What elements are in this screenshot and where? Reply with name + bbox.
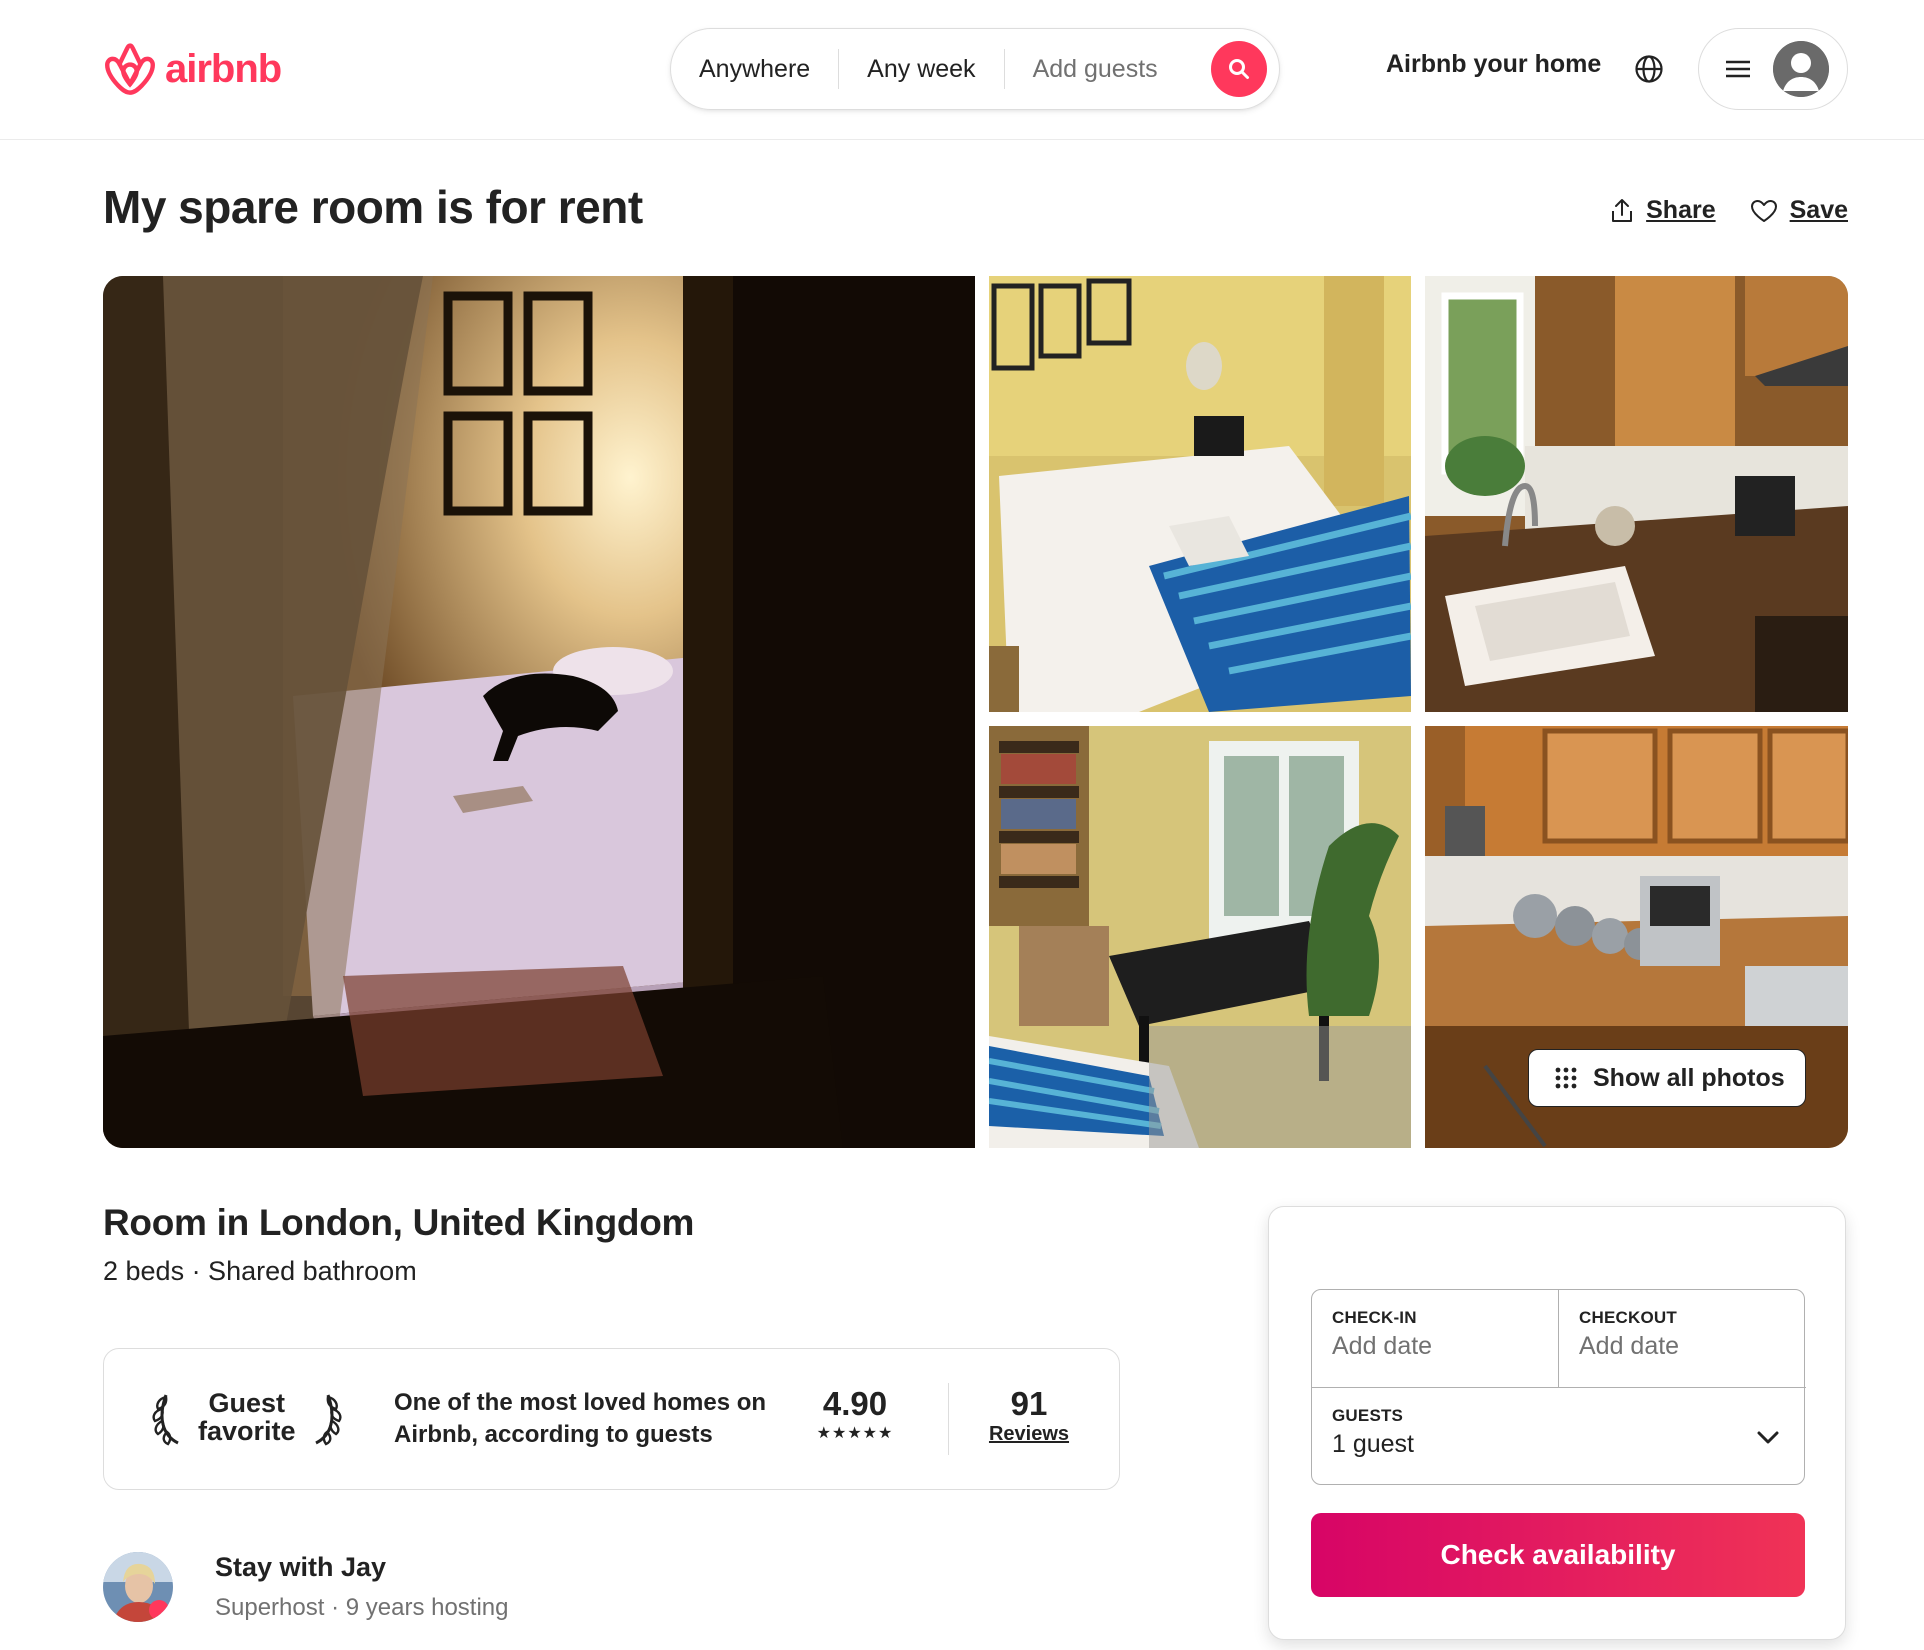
guests-value: 1 guest — [1332, 1430, 1415, 1458]
room-type-heading: Room in London, United Kingdom — [103, 1202, 695, 1243]
host-avatar[interactable] — [103, 1552, 173, 1622]
photo-bedroom-day[interactable] — [989, 276, 1411, 712]
globe-icon[interactable] — [1634, 54, 1664, 84]
save-button[interactable]: Save — [1750, 196, 1848, 225]
checkin-label: CHECK-IN — [1332, 1308, 1417, 1327]
badge-line-2: favorite — [198, 1416, 296, 1446]
top-header: airbnb Anywhere Any week Add guests Airb… — [0, 0, 1924, 140]
airbnb-wordmark: airbnb — [165, 46, 282, 91]
show-all-photos-button[interactable]: Show all photos — [1528, 1049, 1806, 1107]
checkout-value: Add date — [1579, 1332, 1680, 1360]
user-avatar-icon — [1773, 41, 1829, 97]
share-button[interactable]: Share — [1610, 196, 1716, 225]
checkin-value: Add date — [1332, 1332, 1433, 1360]
listing-title: My spare room is for rent — [103, 181, 643, 233]
search-bar[interactable]: Anywhere Any week Add guests — [670, 28, 1280, 110]
airbnb-logo[interactable]: airbnb — [103, 40, 282, 98]
search-where[interactable]: Anywhere — [671, 50, 838, 88]
laurel-right-icon — [314, 1394, 342, 1446]
room-details: 2 beds · Shared bathroom — [103, 1256, 417, 1286]
photo-desk-window[interactable] — [989, 726, 1411, 1148]
share-icon — [1612, 198, 1633, 222]
guests-label: GUESTS — [1332, 1406, 1404, 1425]
reviews-link[interactable]: Reviews — [974, 1423, 1084, 1446]
title-actions: Share Save — [1610, 196, 1848, 225]
search-icon — [1229, 59, 1249, 79]
desk-window-photo — [989, 726, 1411, 1148]
show-all-photos-label: Show all photos — [1593, 1063, 1785, 1092]
checkin-field[interactable]: CHECK-IN Add date — [1312, 1290, 1559, 1388]
badge-line-1: Guest — [208, 1388, 286, 1418]
reviews-count: 91 — [1010, 1385, 1048, 1422]
photo-main-bedroom[interactable] — [103, 276, 975, 1148]
search-button[interactable] — [1211, 41, 1267, 97]
booking-inputs: CHECK-IN Add date CHECKOUT Add date GUES… — [1311, 1289, 1806, 1485]
guest-favorite-description: One of the most loved homes on Airbnb, a… — [394, 1389, 767, 1448]
heart-icon — [1750, 199, 1777, 222]
photo-kitchen-sink[interactable] — [1425, 276, 1848, 712]
bedroom-day-photo — [989, 276, 1411, 712]
search-who[interactable]: Add guests — [1005, 50, 1186, 88]
menu-icon — [1726, 60, 1750, 78]
rating-block: 4.90 ★★★★★ — [800, 1385, 910, 1443]
checkout-label: CHECKOUT — [1579, 1308, 1677, 1327]
airbnb-logo-icon — [105, 43, 155, 95]
guest-favorite-text: Guest favorite — [198, 1389, 296, 1445]
host-photo-icon — [103, 1552, 173, 1622]
guests-field[interactable]: GUESTS 1 guest — [1312, 1388, 1806, 1484]
save-label: Save — [1789, 196, 1848, 224]
kitchen-sink-photo — [1425, 276, 1848, 712]
share-label: Share — [1646, 196, 1716, 224]
rating-divider — [948, 1383, 949, 1455]
checkout-field[interactable]: CHECKOUT Add date — [1559, 1290, 1806, 1388]
rating-stars-icon: ★★★★★ — [816, 1425, 894, 1442]
photo-gallery: Show all photos — [103, 276, 1848, 1148]
host-meta: Superhost · 9 years hosting — [215, 1594, 509, 1621]
reviews-block[interactable]: 91 Reviews — [974, 1385, 1084, 1446]
grid-dots-icon — [1555, 1067, 1577, 1089]
host-name: Stay with Jay — [215, 1552, 387, 1582]
check-availability-button[interactable]: Check availability — [1311, 1513, 1805, 1597]
laurel-left-icon — [152, 1394, 179, 1446]
chevron-down-icon[interactable] — [1756, 1430, 1780, 1446]
guest-favorite-badge: Guest favorite — [152, 1387, 342, 1447]
bedroom-night-photo — [103, 276, 975, 1148]
guest-favorite-card[interactable]: Guest favorite One of the most loved hom… — [103, 1348, 1120, 1490]
booking-card: CHECK-IN Add date CHECKOUT Add date GUES… — [1268, 1206, 1846, 1640]
airbnb-your-home-link[interactable]: Airbnb your home — [1386, 50, 1601, 79]
user-menu-button[interactable] — [1698, 28, 1848, 110]
search-when[interactable]: Any week — [839, 50, 1003, 88]
rating-value: 4.90 — [822, 1385, 888, 1422]
